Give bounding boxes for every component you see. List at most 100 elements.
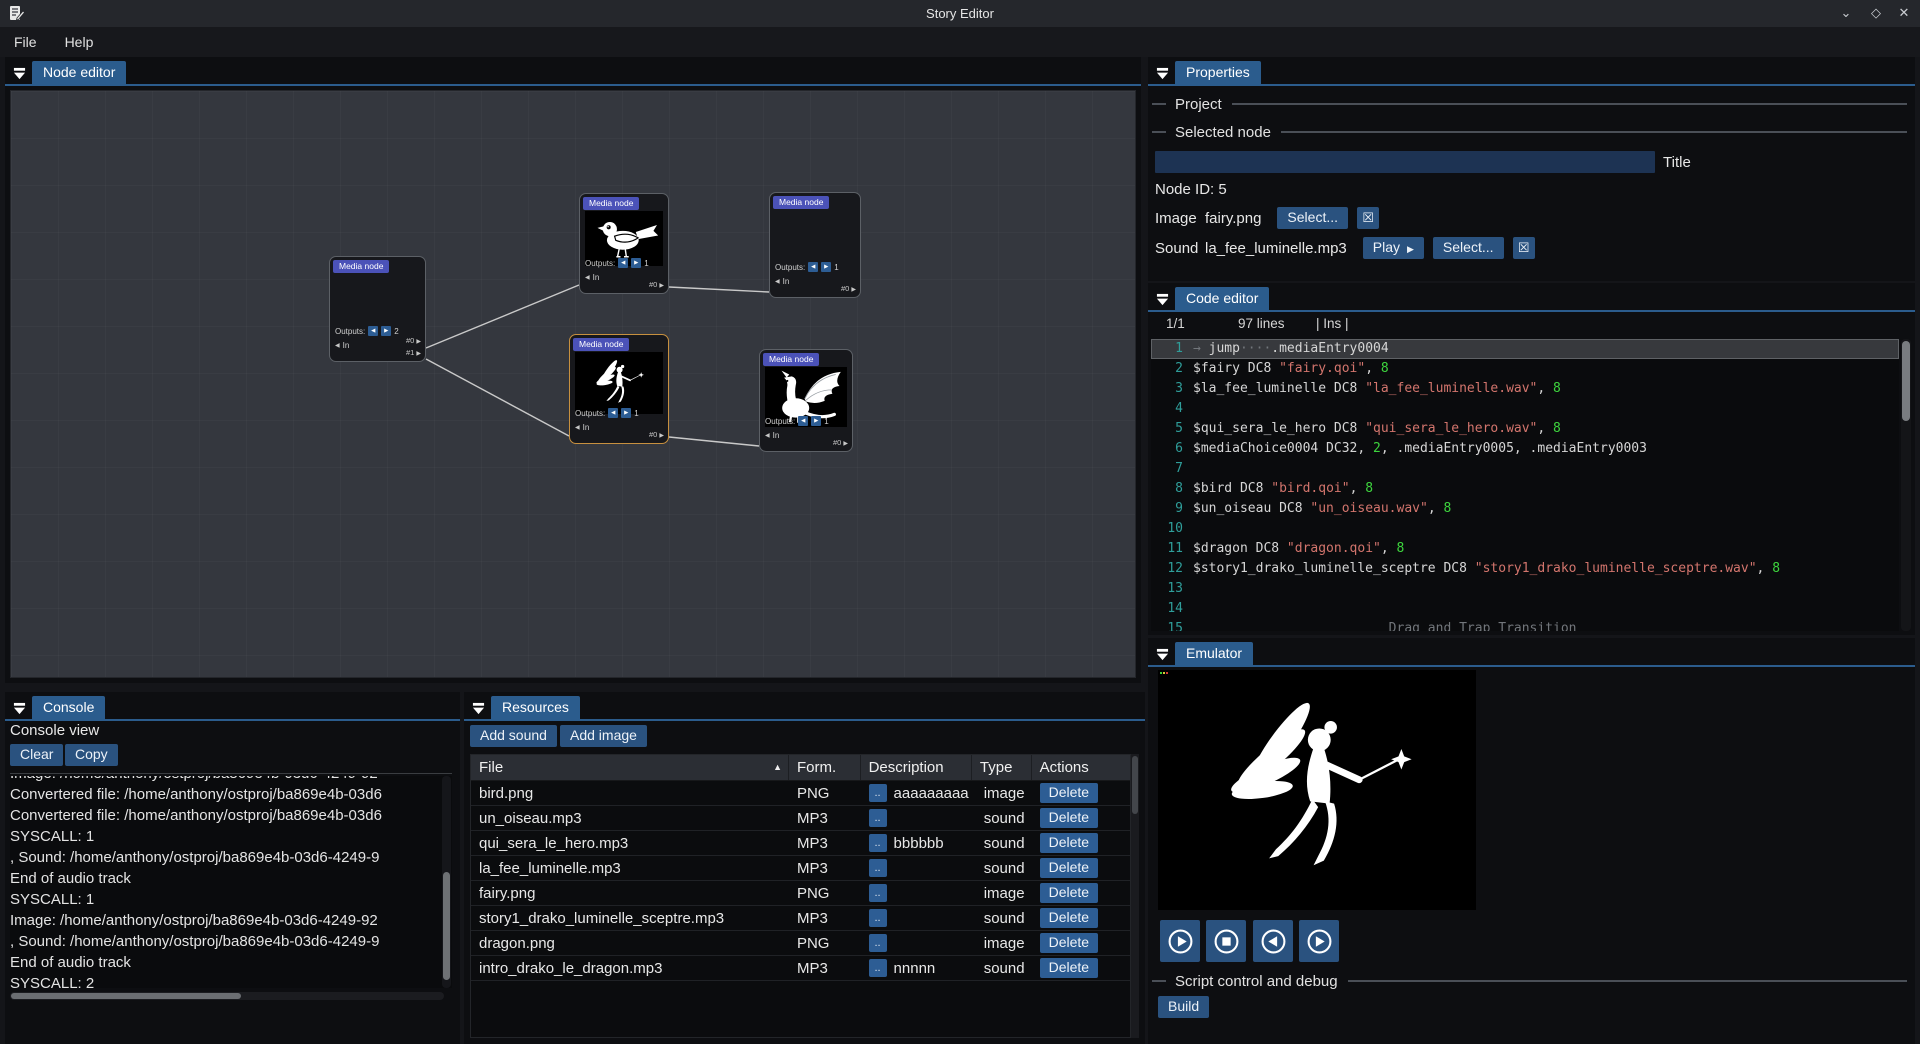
console-copy-button[interactable]: Copy: [65, 744, 118, 766]
node-output-ports[interactable]: #0 ▶ #1 ▶: [406, 336, 421, 359]
outputs-decrement-button[interactable]: ◀: [808, 262, 818, 272]
node-input-port[interactable]: ◀In: [335, 341, 349, 350]
code-line[interactable]: 8$bird DC8 "bird.qoi", 8: [1151, 479, 1899, 499]
outputs-increment-button[interactable]: ▶: [821, 262, 831, 272]
collapse-icon[interactable]: [9, 63, 29, 83]
column-description[interactable]: Description: [861, 755, 972, 780]
title-input[interactable]: [1155, 151, 1655, 173]
code-line[interactable]: 2$fairy DC8 "fairy.qoi", 8: [1151, 359, 1899, 379]
edit-description-button[interactable]: ..: [869, 909, 887, 927]
tab-code-editor[interactable]: Code editor: [1175, 287, 1269, 310]
outputs-decrement-button[interactable]: ◀: [618, 258, 628, 268]
code-line[interactable]: 6$mediaChoice0004 DC32, 2, .mediaEntry00…: [1151, 439, 1899, 459]
edit-description-button[interactable]: ..: [869, 784, 887, 802]
code-line[interactable]: 12$story1_drako_luminelle_sceptre DC8 "s…: [1151, 559, 1899, 579]
tab-emulator[interactable]: Emulator: [1175, 642, 1253, 665]
column-file[interactable]: File▲: [471, 755, 789, 780]
image-clear-button[interactable]: ☒: [1357, 207, 1379, 229]
edit-description-button[interactable]: ..: [869, 959, 887, 977]
collapse-icon[interactable]: [9, 698, 29, 718]
menu-file[interactable]: File: [0, 27, 51, 57]
emu-play-button[interactable]: [1160, 920, 1200, 962]
code-line[interactable]: 11$dragon DC8 "dragon.qoi", 8: [1151, 539, 1899, 559]
tab-node-editor[interactable]: Node editor: [32, 61, 126, 84]
node-input-port[interactable]: ◀In: [775, 277, 789, 286]
code-line[interactable]: 3$la_fee_luminelle DC8 "la_fee_luminelle…: [1151, 379, 1899, 399]
delete-button[interactable]: Delete: [1040, 883, 1098, 903]
column-actions[interactable]: Actions: [1032, 755, 1130, 780]
column-form[interactable]: Form.: [789, 755, 861, 780]
delete-button[interactable]: Delete: [1040, 833, 1098, 853]
outputs-increment-button[interactable]: ▶: [621, 408, 631, 418]
outputs-increment-button[interactable]: ▶: [811, 416, 821, 426]
emu-stop-button[interactable]: [1206, 920, 1246, 962]
console-vscrollbar[interactable]: [442, 776, 451, 988]
delete-button[interactable]: Delete: [1040, 808, 1098, 828]
code-line[interactable]: 4: [1151, 399, 1899, 419]
console-clear-button[interactable]: Clear: [10, 744, 63, 766]
maximize-button[interactable]: ◇: [1864, 0, 1888, 27]
code-line[interactable]: 9$un_oiseau DC8 "un_oiseau.wav", 8: [1151, 499, 1899, 519]
table-row[interactable]: la_fee_luminelle.mp3MP3..soundDelete: [471, 856, 1130, 881]
edit-description-button[interactable]: ..: [869, 834, 887, 852]
add-sound-button[interactable]: Add sound: [470, 725, 557, 747]
tab-resources[interactable]: Resources: [491, 696, 580, 719]
add-image-button[interactable]: Add image: [560, 725, 647, 747]
code-line[interactable]: 5$qui_sera_le_hero DC8 "qui_sera_le_hero…: [1151, 419, 1899, 439]
node-output-ports[interactable]: #0 ▶: [649, 280, 664, 292]
collapse-icon[interactable]: [1152, 289, 1172, 309]
code-line[interactable]: 10: [1151, 519, 1899, 539]
code-line[interactable]: 15 Drag and Trap Transition: [1151, 619, 1899, 631]
delete-button[interactable]: Delete: [1040, 858, 1098, 878]
code-text-area[interactable]: 1→ jump····.mediaEntry00042$fairy DC8 "f…: [1151, 339, 1899, 631]
node-start[interactable]: Media node Outputs: ◀ ▶ 2 ◀In #0 ▶ #1 ▶: [329, 256, 426, 362]
minimize-button[interactable]: ⌄: [1834, 0, 1858, 27]
code-line[interactable]: 7: [1151, 459, 1899, 479]
column-type[interactable]: Type: [972, 755, 1032, 780]
collapse-icon[interactable]: [468, 698, 488, 718]
sound-play-button[interactable]: Play▶: [1363, 237, 1424, 259]
table-row[interactable]: bird.pngPNG..aaaaaaaaaimageDelete: [471, 781, 1130, 806]
delete-button[interactable]: Delete: [1040, 908, 1098, 928]
outputs-decrement-button[interactable]: ◀: [608, 408, 618, 418]
edit-description-button[interactable]: ..: [869, 859, 887, 877]
table-row[interactable]: story1_drako_luminelle_sceptre.mp3MP3..s…: [471, 906, 1130, 931]
console-hscrollbar[interactable]: [10, 992, 444, 1000]
code-line[interactable]: 1→ jump····.mediaEntry0004: [1151, 339, 1899, 359]
node-input-port[interactable]: ◀In: [575, 423, 589, 432]
delete-button[interactable]: Delete: [1040, 933, 1098, 953]
table-row[interactable]: qui_sera_le_hero.mp3MP3..bbbbbbsoundDele…: [471, 831, 1130, 856]
edit-description-button[interactable]: ..: [869, 884, 887, 902]
node-input-port[interactable]: ◀In: [585, 273, 599, 282]
build-button[interactable]: Build: [1158, 996, 1209, 1018]
image-select-button[interactable]: Select...: [1277, 207, 1348, 229]
node-choice[interactable]: Media node Outputs: ◀ ▶ 1 ◀In #0 ▶: [769, 192, 861, 298]
sound-select-button[interactable]: Select...: [1433, 237, 1504, 259]
node-output-ports[interactable]: #0 ▶: [649, 430, 664, 442]
outputs-increment-button[interactable]: ▶: [381, 326, 391, 336]
outputs-decrement-button[interactable]: ◀: [798, 416, 808, 426]
delete-button[interactable]: Delete: [1040, 958, 1098, 978]
node-fairy[interactable]: Media node Outputs: ◀ ▶ 1 ◀In #0 ▶: [569, 334, 669, 444]
code-line[interactable]: 14: [1151, 599, 1899, 619]
node-output-ports[interactable]: #0 ▶: [833, 438, 848, 450]
close-button[interactable]: ✕: [1892, 0, 1916, 27]
collapse-icon[interactable]: [1152, 644, 1172, 664]
node-dragon[interactable]: Media node Outputs: ◀ ▶ 1 ◀In #0 ▶: [759, 349, 853, 452]
menu-help[interactable]: Help: [51, 27, 108, 57]
code-scrollbar[interactable]: [1901, 339, 1911, 631]
table-row[interactable]: un_oiseau.mp3MP3..soundDelete: [471, 806, 1130, 831]
outputs-decrement-button[interactable]: ◀: [368, 326, 378, 336]
node-canvas[interactable]: Media node Outputs: ◀ ▶ 2 ◀In #0 ▶ #1 ▶ …: [10, 90, 1136, 678]
outputs-increment-button[interactable]: ▶: [631, 258, 641, 268]
edit-description-button[interactable]: ..: [869, 934, 887, 952]
collapse-icon[interactable]: [1152, 63, 1172, 83]
table-row[interactable]: dragon.pngPNG..imageDelete: [471, 931, 1130, 956]
sound-clear-button[interactable]: ☒: [1513, 237, 1535, 259]
table-row[interactable]: fairy.pngPNG..imageDelete: [471, 881, 1130, 906]
delete-button[interactable]: Delete: [1040, 783, 1098, 803]
code-line[interactable]: 13: [1151, 579, 1899, 599]
tab-properties[interactable]: Properties: [1175, 61, 1261, 84]
console-output[interactable]: Image: /home/anthony/ostproj/ba869e4b-03…: [10, 776, 452, 988]
resources-scrollbar[interactable]: [1131, 754, 1139, 1038]
